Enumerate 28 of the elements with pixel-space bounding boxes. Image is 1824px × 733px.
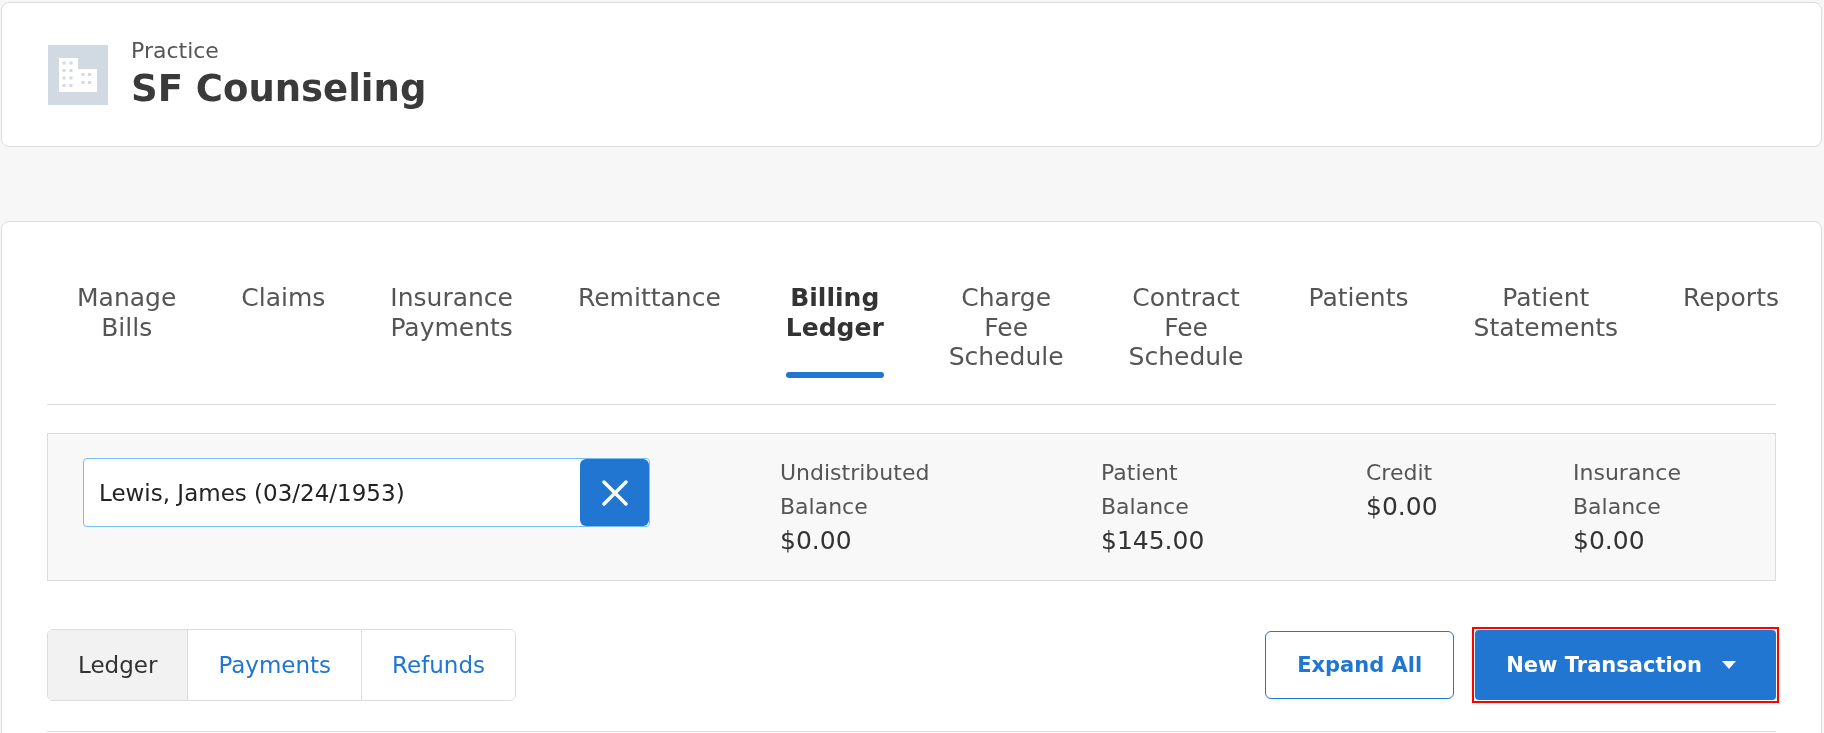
nav-tab[interactable]: Claims [211,283,356,378]
caret-down-icon [1722,661,1736,669]
view-tab[interactable]: Refunds [361,630,515,700]
clear-button[interactable] [580,459,649,526]
nav-tab[interactable]: Remittance [547,283,751,378]
nav-tab[interactable]: Insurance Payments [360,283,543,378]
balance-value: $0.00 [1573,525,1645,557]
nav-tab[interactable]: Patient Statements [1443,283,1649,378]
nav-tab[interactable]: Billing Ledger [755,283,914,378]
close-icon [601,479,628,506]
nav-tab[interactable]: Charge Fee Schedule [918,283,1094,378]
new-transaction-button[interactable]: New Transaction [1475,630,1776,700]
balance-value: $145.00 [1101,525,1205,557]
balance-label: Patient Balance [1101,459,1189,521]
nav-tab[interactable]: Reports [1653,283,1809,378]
practice-caption: Practice [131,36,220,65]
practice-name: SF Counseling [131,65,427,112]
nav-tab[interactable]: Manage Bills [47,283,207,378]
balance-label: Credit [1366,459,1433,487]
nav-tab[interactable]: Contract Fee Schedule [1098,283,1274,378]
balance-value: $0.00 [780,525,852,557]
balance-value: $0.00 [1366,491,1438,523]
expand-all-button[interactable]: Expand All [1265,631,1455,699]
balance-label: Insurance Balance [1573,459,1681,521]
building-icon [48,44,108,105]
nav-tab[interactable]: Patients [1278,283,1439,378]
view-tab[interactable]: Ledger [48,630,188,700]
balance-label: Undistributed Balance [780,459,930,521]
